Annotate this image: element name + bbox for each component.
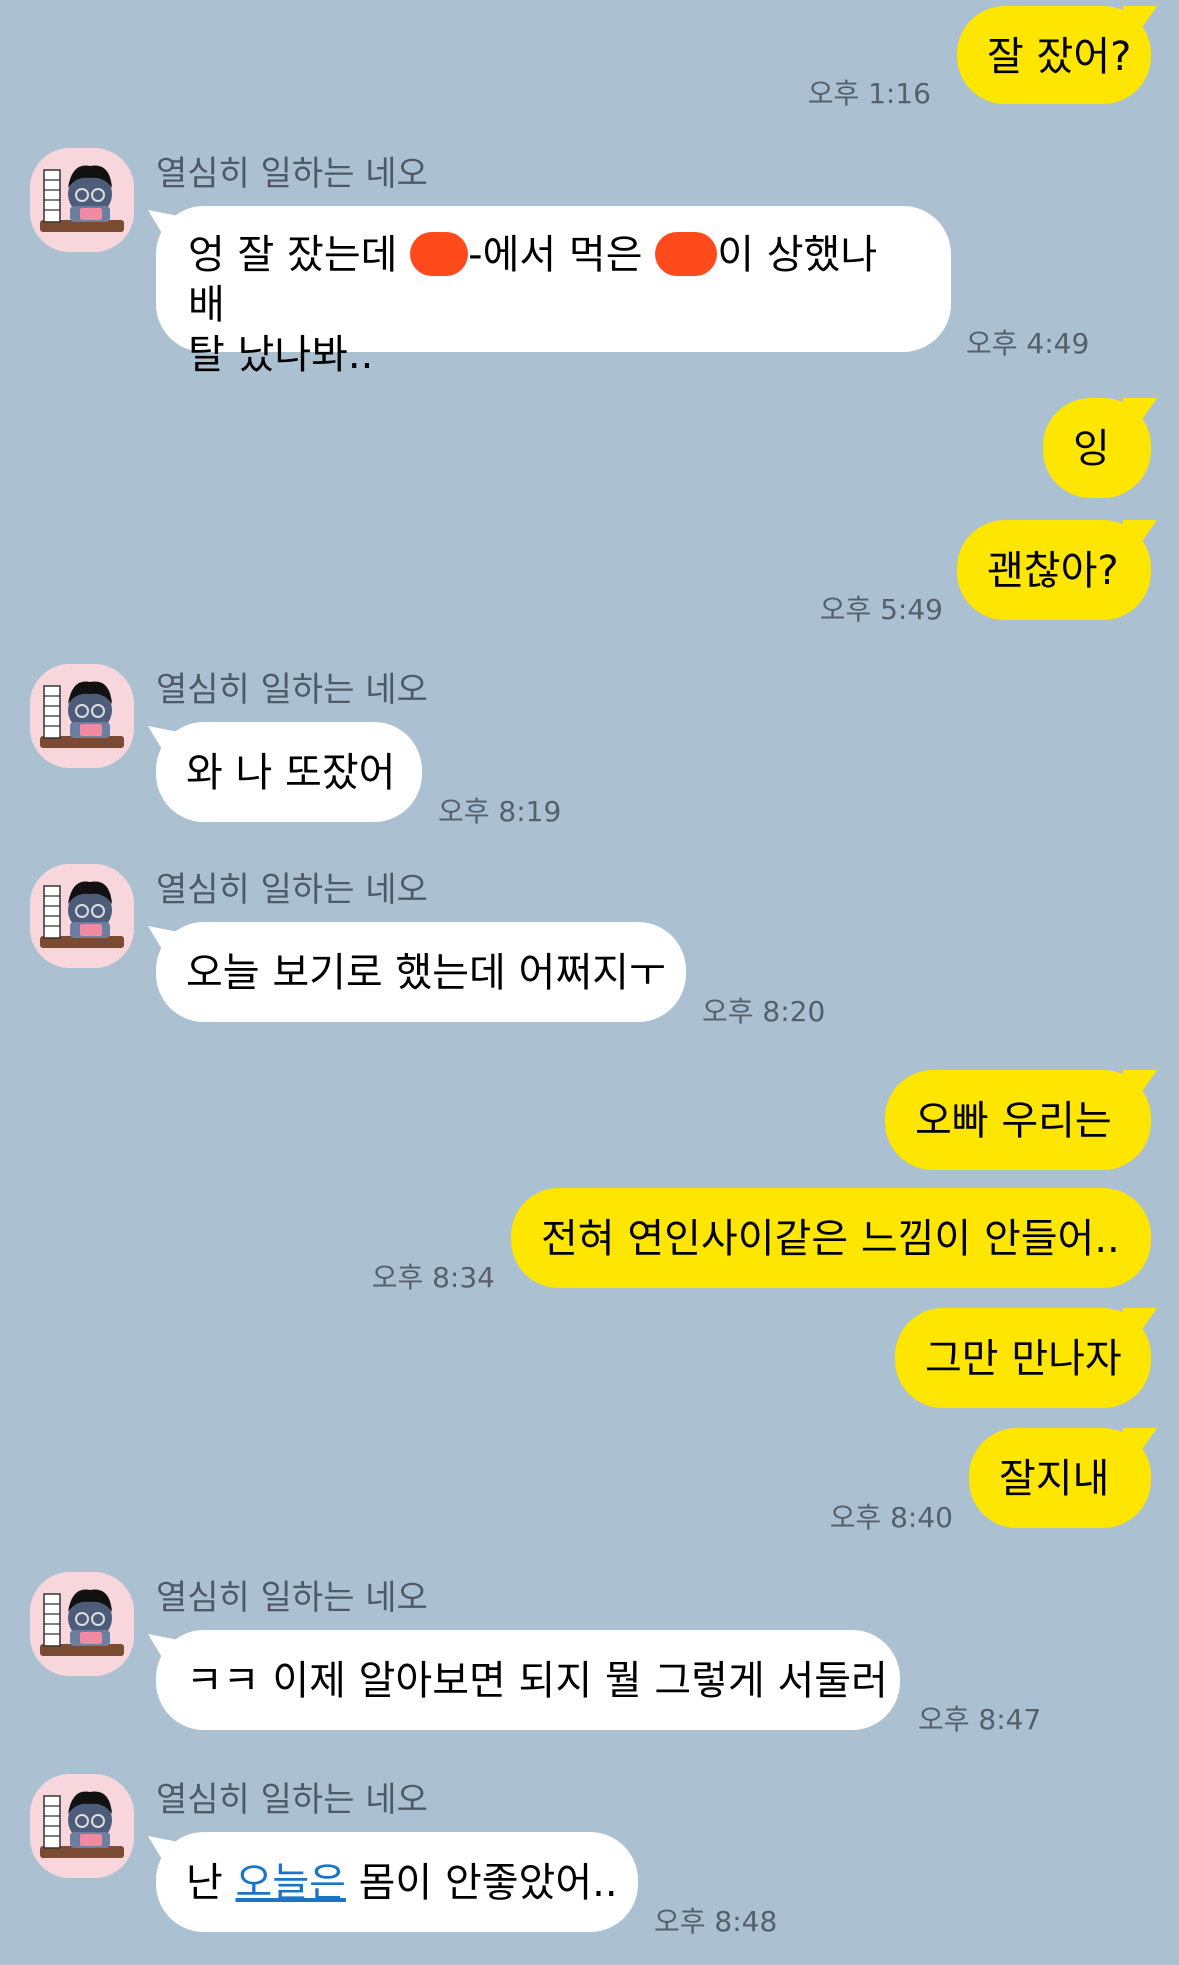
message-text-part: 난 xyxy=(186,1860,236,1906)
message-text: 오늘 보기로 했는데 어쩌지ㅜ xyxy=(186,950,666,996)
chat-area[interactable]: 잘 잤어? 오후 1:16 열심히 일하는 네오 엉 잘 잤는데 -에서 먹은 … xyxy=(0,0,1179,1965)
message-text: 오빠 우리는 xyxy=(915,1098,1112,1144)
message-time: 오후 4:49 xyxy=(966,327,1090,360)
message-time: 오후 8:47 xyxy=(918,1703,1042,1736)
message-time: 오후 8:20 xyxy=(702,995,826,1028)
message-time: 오후 8:40 xyxy=(829,1501,953,1534)
message-text: 그만 만나자 xyxy=(925,1336,1122,1382)
message-link[interactable]: 오늘은 xyxy=(236,1860,346,1906)
profile-avatar[interactable] xyxy=(30,664,134,768)
my-message-bubble[interactable]: 전혀 연인사이같은 느낌이 안들어.. xyxy=(511,1188,1151,1288)
their-message-bubble[interactable]: 오늘 보기로 했는데 어쩌지ㅜ xyxy=(156,922,686,1022)
message-text: ㅋㅋ 이제 알아보면 되지 뭘 그렇게 서둘러 xyxy=(186,1658,888,1704)
sender-name: 열심히 일하는 네오 xyxy=(156,870,428,910)
my-message-bubble[interactable]: 잉 xyxy=(1043,398,1151,498)
neo-avatar-icon xyxy=(30,148,134,252)
message-text: 잘 잤어? xyxy=(987,34,1132,80)
my-message-bubble[interactable]: 잘 잤어? xyxy=(957,6,1151,104)
my-message-bubble[interactable]: 괜찮아? xyxy=(957,520,1151,620)
neo-avatar-icon xyxy=(30,1774,134,1878)
their-message-bubble[interactable]: 난 오늘은 몸이 안좋았어.. xyxy=(156,1832,638,1932)
message-text-part: 엉 잘 잤는데 xyxy=(188,232,411,278)
sender-name: 열심히 일하는 네오 xyxy=(156,1780,428,1820)
message-text: 와 나 또잤어 xyxy=(186,750,396,796)
redaction-mark xyxy=(410,232,469,276)
message-time: 오후 8:34 xyxy=(371,1261,495,1294)
message-text-part: 탈 났나봐.. xyxy=(188,332,374,378)
profile-avatar[interactable] xyxy=(30,1774,134,1878)
sender-name: 열심히 일하는 네오 xyxy=(156,154,428,194)
message-text-part: 몸이 안좋았어.. xyxy=(345,1860,618,1906)
message-time: 오후 8:48 xyxy=(654,1905,778,1938)
neo-avatar-icon xyxy=(30,864,134,968)
neo-avatar-icon xyxy=(30,664,134,768)
their-message-bubble[interactable]: 와 나 또잤어 xyxy=(156,722,422,822)
message-time: 오후 8:19 xyxy=(438,795,562,828)
neo-avatar-icon xyxy=(30,1572,134,1676)
message-text: 전혀 연인사이같은 느낌이 안들어.. xyxy=(541,1216,1120,1262)
my-message-bubble[interactable]: 오빠 우리는 xyxy=(885,1070,1151,1170)
message-time: 오후 5:49 xyxy=(819,593,943,626)
message-text-part: -에서 먹은 xyxy=(468,232,656,278)
sender-name: 열심히 일하는 네오 xyxy=(156,670,428,710)
profile-avatar[interactable] xyxy=(30,1572,134,1676)
their-message-bubble[interactable]: 엉 잘 잤는데 -에서 먹은 이 상했나 배탈 났나봐.. xyxy=(156,206,951,378)
profile-avatar[interactable] xyxy=(30,864,134,968)
my-message-bubble[interactable]: 그만 만나자 xyxy=(895,1308,1151,1408)
message-text: 괜찮아? xyxy=(987,548,1119,594)
message-time: 오후 1:16 xyxy=(807,77,931,110)
my-message-bubble[interactable]: 잘지내 xyxy=(969,1428,1151,1528)
profile-avatar[interactable] xyxy=(30,148,134,252)
message-text: 잘지내 xyxy=(999,1456,1110,1502)
sender-name: 열심히 일하는 네오 xyxy=(156,1578,428,1618)
redaction-mark xyxy=(655,232,718,276)
message-text: 잉 xyxy=(1073,426,1110,472)
their-message-bubble[interactable]: ㅋㅋ 이제 알아보면 되지 뭘 그렇게 서둘러 xyxy=(156,1630,900,1730)
